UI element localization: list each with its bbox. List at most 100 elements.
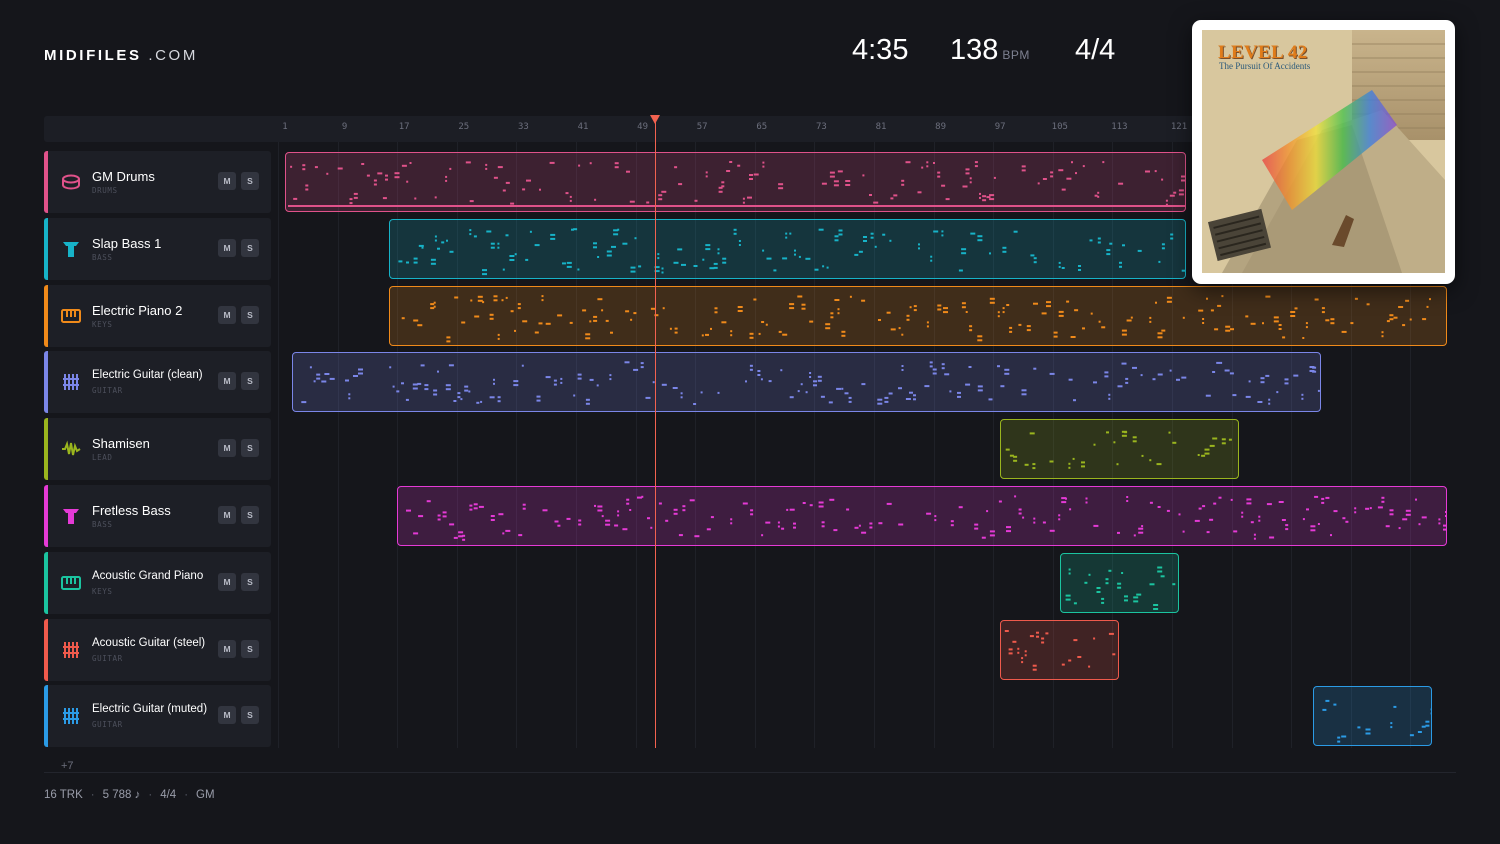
midi-clip[interactable] [1059,552,1179,613]
footer-divider [44,772,1456,773]
site-logo[interactable]: MIDIFILES .COM [44,47,198,64]
track-color-stripe [44,685,48,748]
clip-notes [288,161,1186,207]
midi-clip[interactable] [389,218,1187,279]
solo-button[interactable]: S [241,172,259,190]
ruler-tick: 105 [1051,122,1068,132]
midi-clip[interactable] [396,486,1448,546]
track-category: LEAD [92,453,113,463]
ruler-tick: 81 [875,122,887,132]
track-header[interactable]: Acoustic Grand Piano KEYS M S [44,551,271,614]
track-header[interactable]: Electric Guitar (muted) GUITAR M S [44,685,271,748]
ruler-tick: 113 [1111,122,1128,132]
track-name: Acoustic Grand Piano [92,569,204,582]
guitar-icon [60,639,82,661]
track-name: Shamisen [92,436,150,452]
track-name: Electric Piano 2 [92,302,183,318]
bass-icon [60,238,82,260]
tempo-value: 138 [950,34,999,66]
track-count: 16 TRK [44,789,83,801]
footer-separator: · [184,789,189,801]
ruler-tick: 97 [994,122,1006,132]
track-color-stripe [44,485,48,547]
ruler-tick: 121 [1170,122,1188,132]
solo-button[interactable]: S [241,572,259,591]
midi-clip[interactable] [292,352,1321,413]
mute-button[interactable]: M [218,506,236,524]
track-header[interactable]: Slap Bass 1 BASS M S [44,217,271,280]
playhead-handle[interactable] [650,115,660,124]
mute-button[interactable]: M [218,372,236,391]
ruler-tick: 49 [637,122,649,132]
logo-suffix: .COM [148,47,198,64]
track-category: BASS [92,252,113,262]
solo-button[interactable]: S [241,639,259,658]
guitar-icon [60,371,82,393]
ruler-tick: 57 [696,122,708,132]
mute-button[interactable]: M [218,172,236,190]
mute-button[interactable]: M [218,305,236,324]
clip-notes [405,495,1447,541]
song-time: 4:35 [852,34,909,66]
track-category: DRUMS [92,186,118,195]
song-summary: 16 TRK · 5 788 ♪ · 4/4 · GM [44,789,215,801]
keyboard-icon [60,305,82,327]
midi-clip[interactable] [1000,419,1239,480]
ruler-tick: 73 [815,122,827,132]
track-header[interactable]: GM Drums DRUMS M S [44,151,271,213]
solo-button[interactable]: S [241,305,259,324]
solo-button[interactable]: S [241,706,259,725]
tempo-unit: BPM [1002,48,1030,62]
footer-separator: · [90,789,95,801]
track-name: Acoustic Guitar (steel) [92,636,206,649]
track-category: KEYS [92,586,113,596]
keyboard-icon [60,572,82,594]
solo-button[interactable]: S [241,439,259,458]
track-category: GUITAR [92,386,123,396]
grid-line [278,142,279,748]
ruler-tick: 1 [282,122,288,132]
mute-button[interactable]: M [218,238,236,257]
album-title: The Pursuit Of Accidents [1219,61,1311,71]
midi-clip[interactable] [285,152,1187,212]
solo-button[interactable]: S [241,506,259,524]
track-name: Slap Bass 1 [92,235,162,251]
mute-button[interactable]: M [218,572,236,591]
track-header[interactable]: Acoustic Guitar (steel) GUITAR M S [44,618,271,681]
ruler-tick: 65 [756,122,768,132]
track-color-stripe [44,217,48,280]
midi-clip[interactable] [389,285,1448,346]
more-tracks-label[interactable]: +7 [61,760,74,772]
mute-button[interactable]: M [218,639,236,658]
track-color-stripe [44,418,48,481]
solo-button[interactable]: S [241,238,259,257]
clip-notes [1322,700,1432,743]
track-color-stripe [44,351,48,414]
tempo-display: 138 BPM [950,34,1030,70]
drum-icon [60,171,82,193]
track-color-stripe [44,284,48,347]
clip-notes [301,361,1320,406]
clip-notes [401,294,1432,342]
track-name: Electric Guitar (muted) [92,703,208,716]
guitar-icon [60,705,82,727]
track-header[interactable]: Electric Piano 2 KEYS M S [44,284,271,347]
track-color-stripe [44,551,48,614]
track-header[interactable]: Fretless Bass BASS M S [44,485,271,547]
midi-clip[interactable] [1313,686,1433,747]
mute-button[interactable]: M [218,706,236,725]
track-header[interactable]: Shamisen LEAD M S [44,418,271,481]
wave-icon [60,438,82,460]
track-category: GUITAR [92,653,123,663]
clip-notes [1005,430,1233,470]
grid-line [337,142,339,748]
ruler-tick: 25 [458,122,470,132]
mute-button[interactable]: M [218,439,236,458]
track-header[interactable]: Electric Guitar (clean) GUITAR M S [44,351,271,414]
ruler-tick: 9 [341,122,348,132]
track-category: GUITAR [92,720,123,730]
clip-notes [1065,566,1176,610]
midi-clip[interactable] [1000,619,1120,680]
solo-button[interactable]: S [241,372,259,391]
playhead[interactable] [655,120,656,748]
